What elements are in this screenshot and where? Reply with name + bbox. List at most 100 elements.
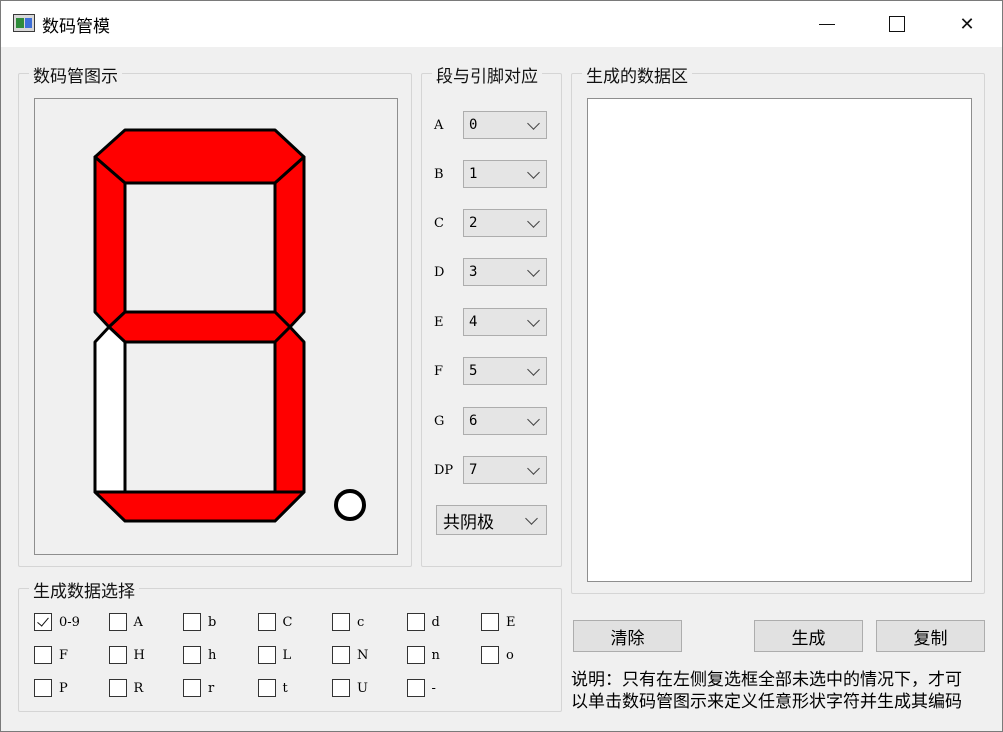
segmap-row-e: E xyxy=(434,308,462,336)
checkbox-label: H xyxy=(133,647,145,663)
checkbox-box[interactable] xyxy=(183,646,201,664)
segmap-row-f: F xyxy=(434,357,462,385)
checkbox-box[interactable] xyxy=(332,646,350,664)
checkbox-box[interactable] xyxy=(332,679,350,697)
checkbox-box[interactable] xyxy=(108,679,127,697)
checkbox-box[interactable] xyxy=(34,646,52,664)
window-title: 数码管模 xyxy=(42,17,110,37)
checkbox-box[interactable] xyxy=(34,679,52,697)
segmap-label: B xyxy=(434,166,444,182)
checkbox-box[interactable] xyxy=(406,679,425,697)
checkbox-box[interactable] xyxy=(183,679,201,697)
select-checkbox[interactable]: d xyxy=(406,611,440,633)
segmap-row-g: G xyxy=(434,407,462,435)
select-checkbox[interactable]: o xyxy=(481,644,514,666)
pin-select-c[interactable]: 2 xyxy=(463,209,547,237)
pin-select-f[interactable]: 5 xyxy=(463,357,547,385)
instructions-note: 说明：只有在左侧复选框全部未选中的情况下，才可 以单击数码管图示来定义任意形状字… xyxy=(571,669,996,713)
checkbox-box[interactable] xyxy=(332,613,350,631)
select-checkbox[interactable]: H xyxy=(108,644,145,666)
note-line-1: 说明：只有在左侧复选框全部未选中的情况下，才可 xyxy=(571,670,962,690)
segment-d[interactable] xyxy=(93,490,306,523)
segmap-row-dp: DP xyxy=(434,456,462,484)
checkbox-label: E xyxy=(506,614,516,630)
generated-data-textarea[interactable] xyxy=(587,98,972,582)
clear-button[interactable]: 清除 xyxy=(573,620,682,652)
select-checkbox[interactable]: U xyxy=(332,677,368,699)
select-checkbox[interactable]: t xyxy=(257,677,288,699)
checkbox-box[interactable] xyxy=(183,613,201,631)
pin-select-g[interactable]: 6 xyxy=(463,407,547,435)
checkbox-box[interactable] xyxy=(257,679,276,697)
select-checkbox[interactable]: b xyxy=(183,611,216,633)
select-checkbox[interactable]: n xyxy=(406,644,440,666)
segmap-label: C xyxy=(434,215,444,231)
minimize-icon xyxy=(819,23,835,25)
checkbox-box[interactable] xyxy=(108,613,127,631)
checkbox-label: F xyxy=(59,647,69,663)
checkbox-label: t xyxy=(282,680,288,696)
select-checkbox[interactable]: R xyxy=(108,677,143,699)
select-checkbox[interactable]: c xyxy=(332,611,364,633)
select-checkbox[interactable]: E xyxy=(481,611,516,633)
data-area-title: 生成的数据区 xyxy=(582,62,692,87)
checkbox-box[interactable] xyxy=(257,613,276,631)
minimize-button[interactable] xyxy=(799,1,855,47)
checkbox-box[interactable] xyxy=(406,613,425,631)
segmap-label: DP xyxy=(434,462,454,478)
chevron-down-icon xyxy=(527,413,540,426)
app-window-icon xyxy=(13,14,35,32)
segment-mapping-title: 段与引脚对应 xyxy=(432,62,542,87)
select-checkbox[interactable]: h xyxy=(183,644,216,666)
checkbox-label: U xyxy=(357,680,368,696)
segment-f[interactable] xyxy=(93,155,127,329)
checkbox-box[interactable] xyxy=(34,613,52,631)
select-checkbox[interactable]: r xyxy=(183,677,214,699)
checkbox-box[interactable] xyxy=(481,646,499,664)
checkbox-box[interactable] xyxy=(257,646,276,664)
seven-segment-display[interactable] xyxy=(34,98,398,555)
generate-button[interactable]: 生成 xyxy=(754,620,863,652)
select-checkbox[interactable]: N xyxy=(332,644,368,666)
checkbox-label: b xyxy=(208,614,217,630)
pin-select-d[interactable]: 3 xyxy=(463,258,547,286)
chevron-down-icon xyxy=(527,117,540,130)
checkbox-box[interactable] xyxy=(406,646,425,664)
checkbox-label: P xyxy=(59,680,68,696)
select-checkbox[interactable]: A xyxy=(108,611,143,633)
copy-button[interactable]: 复制 xyxy=(876,620,985,652)
segment-mapping-group: 段与引脚对应 A 0 B 1 C 2 D 3 E 4 F 5 G 6 DP 7 … xyxy=(421,62,562,567)
select-checkbox[interactable]: 0-9 xyxy=(34,611,80,633)
segment-a[interactable] xyxy=(93,128,306,185)
checkbox-label: A xyxy=(133,614,143,630)
common-mode-select[interactable]: 共阴极 xyxy=(436,505,547,535)
maximize-button[interactable] xyxy=(869,1,925,47)
title-bar[interactable]: 数码管模 ✕ xyxy=(1,1,1002,47)
select-checkbox[interactable]: F xyxy=(34,644,68,666)
checkbox-label: N xyxy=(357,647,369,663)
checkbox-label: r xyxy=(208,680,215,696)
seven-segment-svg[interactable] xyxy=(35,99,397,554)
select-checkbox[interactable]: L xyxy=(257,644,291,666)
note-line-2: 以单击数码管图示来定义任意形状字符并生成其编码 xyxy=(571,692,962,712)
chevron-down-icon xyxy=(525,512,538,525)
pin-select-dp[interactable]: 7 xyxy=(463,456,547,484)
segment-e[interactable] xyxy=(93,325,127,506)
close-button[interactable]: ✕ xyxy=(939,1,995,47)
select-checkbox[interactable]: P xyxy=(34,677,68,699)
checkbox-label: n xyxy=(431,647,440,663)
segment-g[interactable] xyxy=(107,310,292,344)
checkbox-box[interactable] xyxy=(481,613,499,631)
pin-select-b[interactable]: 1 xyxy=(463,160,547,188)
checkbox-box[interactable] xyxy=(108,646,127,664)
segment-dp[interactable] xyxy=(334,489,366,521)
pin-select-value: 7 xyxy=(469,462,478,478)
select-checkbox[interactable]: C xyxy=(257,611,292,633)
segment-b[interactable] xyxy=(273,155,306,329)
pin-select-e[interactable]: 4 xyxy=(463,308,547,336)
segmap-label: A xyxy=(434,117,444,133)
data-select-title: 生成数据选择 xyxy=(29,577,139,602)
pin-select-value: 3 xyxy=(469,264,478,280)
select-checkbox[interactable]: - xyxy=(406,677,436,699)
pin-select-a[interactable]: 0 xyxy=(463,111,547,139)
